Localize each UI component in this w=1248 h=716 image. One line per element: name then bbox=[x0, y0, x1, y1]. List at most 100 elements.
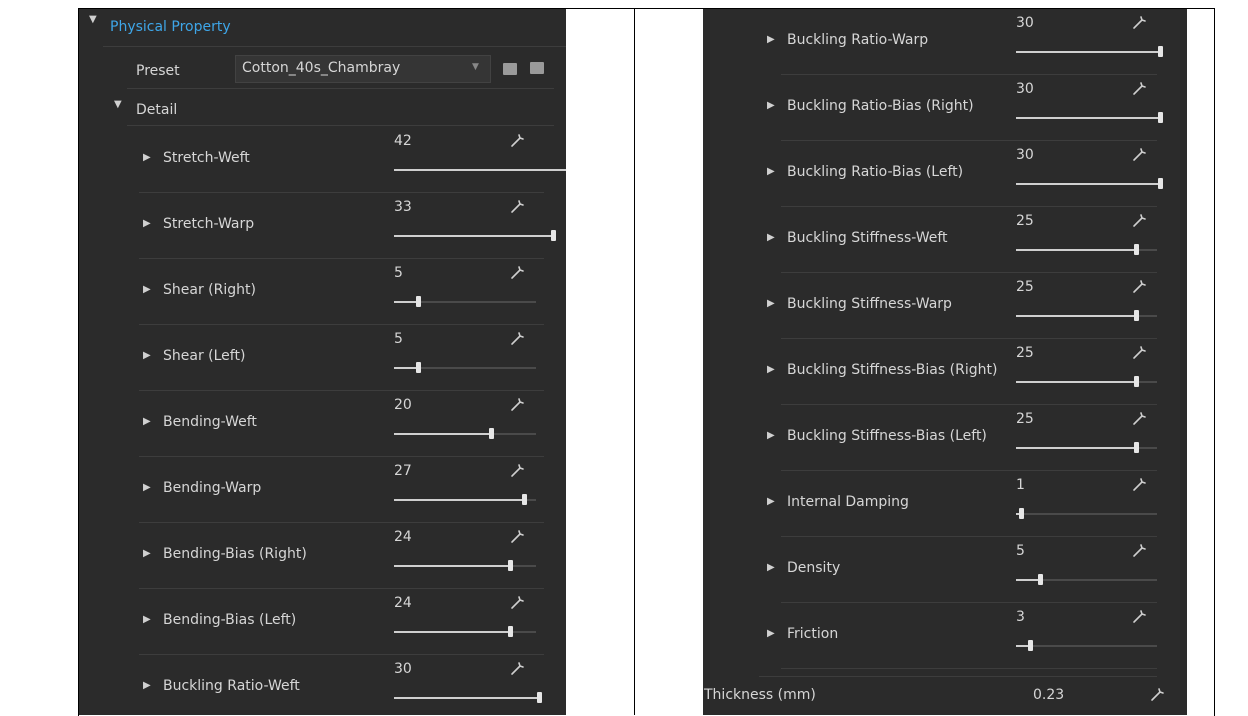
slider-thumb[interactable] bbox=[508, 560, 513, 571]
property-value[interactable]: 25 bbox=[1016, 411, 1034, 427]
expand-triangle-icon[interactable]: ▶ bbox=[143, 152, 151, 163]
detail-title[interactable]: Detail bbox=[136, 102, 177, 118]
slider-thumb[interactable] bbox=[1134, 376, 1139, 387]
slider-thumb[interactable] bbox=[508, 626, 513, 637]
wrench-icon[interactable] bbox=[509, 263, 527, 281]
slider-thumb[interactable] bbox=[551, 230, 556, 241]
property-slider[interactable] bbox=[394, 230, 556, 241]
slider-thumb[interactable] bbox=[1158, 112, 1163, 123]
property-value[interactable]: 24 bbox=[394, 529, 412, 545]
expand-triangle-icon[interactable]: ▶ bbox=[767, 628, 775, 639]
slider-thumb[interactable] bbox=[1038, 574, 1043, 585]
wrench-icon[interactable] bbox=[1131, 475, 1149, 493]
expand-triangle-icon[interactable]: ▶ bbox=[767, 232, 775, 243]
property-value[interactable]: 25 bbox=[1016, 279, 1034, 295]
wrench-icon[interactable] bbox=[1131, 409, 1149, 427]
property-slider[interactable] bbox=[1016, 442, 1157, 453]
expand-triangle-icon[interactable]: ▶ bbox=[143, 284, 151, 295]
property-slider[interactable] bbox=[394, 692, 542, 703]
slider-thumb[interactable] bbox=[416, 362, 421, 373]
slider-thumb[interactable] bbox=[1134, 244, 1139, 255]
expand-triangle-icon[interactable]: ▶ bbox=[767, 430, 775, 441]
property-value[interactable]: 5 bbox=[394, 331, 403, 347]
expand-triangle-icon[interactable]: ▶ bbox=[767, 364, 775, 375]
wrench-icon[interactable] bbox=[509, 461, 527, 479]
property-value[interactable]: 30 bbox=[1016, 147, 1034, 163]
collapse-triangle-icon[interactable]: ▼ bbox=[89, 14, 97, 25]
wrench-icon[interactable] bbox=[509, 131, 527, 149]
expand-triangle-icon[interactable]: ▶ bbox=[143, 350, 151, 361]
property-value[interactable]: 27 bbox=[394, 463, 412, 479]
expand-triangle-icon[interactable]: ▶ bbox=[767, 298, 775, 309]
slider-thumb[interactable] bbox=[489, 428, 494, 439]
property-value[interactable]: 1 bbox=[1016, 477, 1025, 493]
property-slider[interactable] bbox=[1016, 46, 1163, 57]
property-value[interactable]: 30 bbox=[1016, 81, 1034, 97]
save-icon[interactable] bbox=[530, 62, 544, 74]
wrench-icon[interactable] bbox=[509, 593, 527, 611]
wrench-icon[interactable] bbox=[509, 527, 527, 545]
property-value[interactable]: 25 bbox=[1016, 345, 1034, 361]
property-value[interactable]: 33 bbox=[394, 199, 412, 215]
property-slider[interactable] bbox=[394, 296, 536, 307]
property-slider[interactable] bbox=[1016, 376, 1157, 387]
slider-thumb[interactable] bbox=[1158, 178, 1163, 189]
property-value[interactable]: 5 bbox=[394, 265, 403, 281]
property-value[interactable]: 42 bbox=[394, 133, 412, 149]
property-slider[interactable] bbox=[1016, 310, 1157, 321]
expand-triangle-icon[interactable]: ▶ bbox=[767, 100, 775, 111]
expand-triangle-icon[interactable]: ▶ bbox=[143, 614, 151, 625]
collapse-triangle-icon[interactable]: ▼ bbox=[114, 99, 122, 110]
property-value[interactable]: 25 bbox=[1016, 213, 1034, 229]
property-value[interactable]: 24 bbox=[394, 595, 412, 611]
property-value[interactable]: 30 bbox=[1016, 15, 1034, 31]
slider-thumb[interactable] bbox=[522, 494, 527, 505]
wrench-icon[interactable] bbox=[509, 659, 527, 677]
wrench-icon[interactable] bbox=[509, 197, 527, 215]
property-slider[interactable] bbox=[1016, 112, 1163, 123]
expand-triangle-icon[interactable]: ▶ bbox=[143, 218, 151, 229]
wrench-icon[interactable] bbox=[1131, 211, 1149, 229]
expand-triangle-icon[interactable]: ▶ bbox=[143, 482, 151, 493]
wrench-icon[interactable] bbox=[1131, 13, 1149, 31]
property-slider[interactable] bbox=[1016, 508, 1157, 519]
property-slider[interactable] bbox=[394, 169, 566, 171]
expand-triangle-icon[interactable]: ▶ bbox=[143, 680, 151, 691]
property-slider[interactable] bbox=[394, 428, 536, 439]
slider-thumb[interactable] bbox=[1134, 310, 1139, 321]
expand-triangle-icon[interactable]: ▶ bbox=[143, 548, 151, 559]
folder-icon[interactable] bbox=[503, 63, 517, 75]
wrench-icon[interactable] bbox=[1149, 685, 1167, 703]
property-slider[interactable] bbox=[394, 560, 536, 571]
slider-thumb[interactable] bbox=[1134, 442, 1139, 453]
property-value[interactable]: 20 bbox=[394, 397, 412, 413]
property-slider[interactable] bbox=[394, 362, 536, 373]
thickness-value[interactable]: 0.23 bbox=[1033, 687, 1064, 703]
property-slider[interactable] bbox=[1016, 178, 1163, 189]
slider-thumb[interactable] bbox=[1019, 508, 1024, 519]
slider-thumb[interactable] bbox=[416, 296, 421, 307]
slider-thumb[interactable] bbox=[537, 692, 542, 703]
wrench-icon[interactable] bbox=[509, 395, 527, 413]
expand-triangle-icon[interactable]: ▶ bbox=[767, 562, 775, 573]
wrench-icon[interactable] bbox=[509, 329, 527, 347]
slider-thumb[interactable] bbox=[1158, 46, 1163, 57]
property-value[interactable]: 3 bbox=[1016, 609, 1025, 625]
wrench-icon[interactable] bbox=[1131, 541, 1149, 559]
property-slider[interactable] bbox=[1016, 574, 1157, 585]
property-slider[interactable] bbox=[394, 494, 536, 505]
expand-triangle-icon[interactable]: ▶ bbox=[143, 416, 151, 427]
property-value[interactable]: 30 bbox=[394, 661, 412, 677]
expand-triangle-icon[interactable]: ▶ bbox=[767, 166, 775, 177]
preset-dropdown[interactable]: Cotton_40s_Chambray ▼ bbox=[235, 55, 491, 83]
chevron-down-icon[interactable]: ▼ bbox=[472, 62, 479, 72]
property-slider[interactable] bbox=[1016, 640, 1157, 651]
property-value[interactable]: 5 bbox=[1016, 543, 1025, 559]
wrench-icon[interactable] bbox=[1131, 343, 1149, 361]
slider-thumb[interactable] bbox=[1028, 640, 1033, 651]
property-slider[interactable] bbox=[394, 626, 536, 637]
wrench-icon[interactable] bbox=[1131, 607, 1149, 625]
wrench-icon[interactable] bbox=[1131, 145, 1149, 163]
section-title[interactable]: Physical Property bbox=[110, 19, 231, 35]
expand-triangle-icon[interactable]: ▶ bbox=[767, 496, 775, 507]
